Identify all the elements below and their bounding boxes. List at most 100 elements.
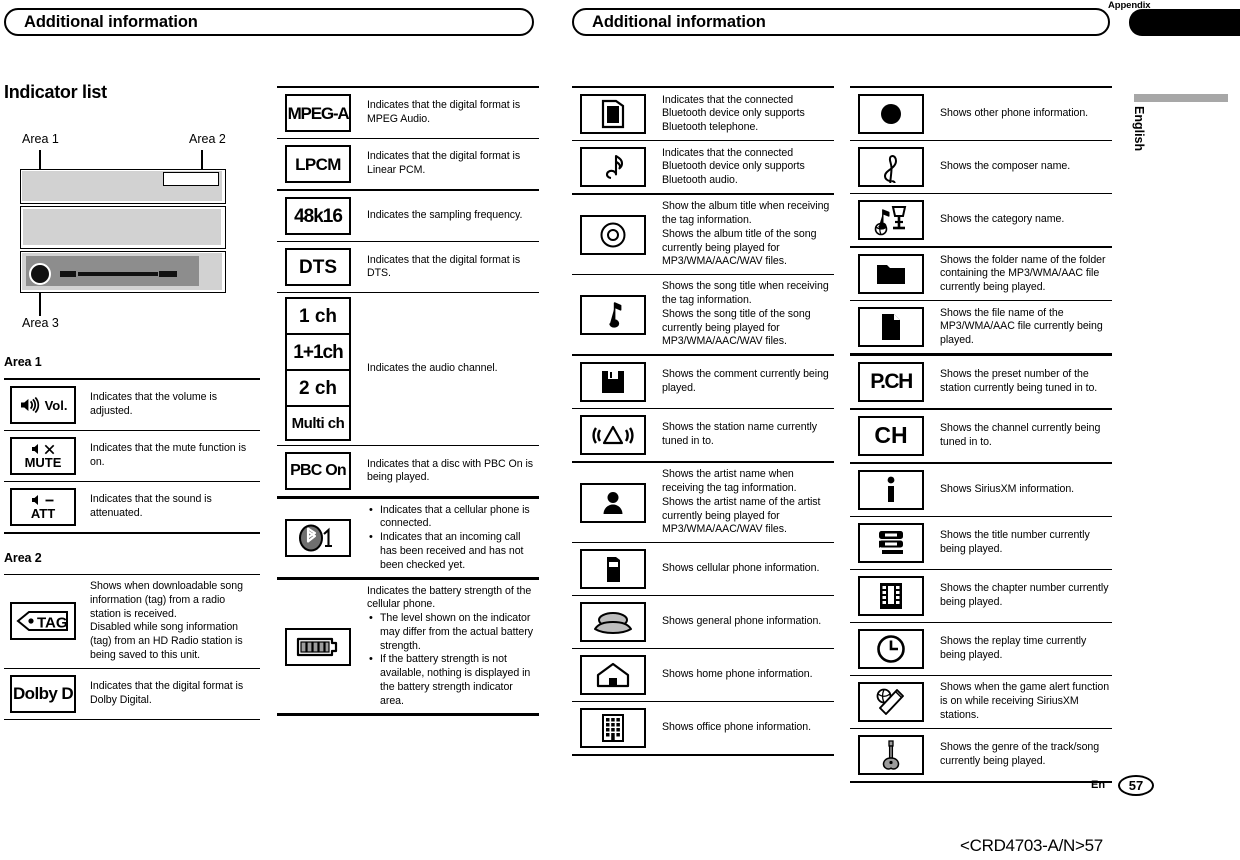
desc-cell: Shows the channel currently being tuned … [940,421,1101,448]
page-title-left: Additional information [24,12,198,31]
page-number: 57 [1128,778,1144,793]
preset-channel-icon: P.CH [858,361,924,402]
icon-cell [572,275,654,354]
icon-cell [572,195,654,274]
folder-icon [858,254,924,295]
icon-cell [572,543,654,595]
table-row: Shows the station name currently tuned i… [572,409,834,461]
desc-cell: Shows other phone information. [940,107,1089,120]
desc-cell: Shows the title number currently being p… [940,529,1090,555]
desc-intro: Indicates the battery strength of the ce… [367,584,532,611]
diagram-band-area2 [20,206,226,249]
desc-cell: Indicates that the mute function is on. [90,442,247,469]
desc-cell: Shows the composer name. [940,160,1071,173]
icon-cell: TAG [4,575,82,668]
desc-cell: Shows office phone information. [662,721,812,734]
channel-1plus1ch-icon: 1+1ch [285,333,351,370]
list-item: Indicates that a cellular phone is conne… [367,503,537,532]
icon-cell: ATT [4,482,82,532]
table-row: CH Shows the channel currently being tun… [850,410,1112,462]
icon-cell [572,88,654,140]
diagram-band-area3 [20,251,226,293]
desc-cell: Shows home phone information. [662,668,813,681]
table-row: Shows the comment currently being played… [572,356,834,408]
table-row: Dolby D Indicates that the digital forma… [4,669,260,719]
desc-line-2: Disabled while song information (tag) fr… [90,621,243,661]
icon-cell [850,464,932,516]
album-disc-icon [580,214,646,255]
icon-cell [850,623,932,675]
title-number-icon [858,522,924,563]
icon-cell: MUTE [4,431,82,481]
table-row: LPCM Indicates that the digital format i… [277,139,539,189]
list-item: The level shown on the indicator may dif… [367,611,537,653]
speaker-attenuate-icon: ATT [10,488,76,527]
speaker-volume-icon: Vol. [10,386,76,425]
icon-text: Vol. [44,397,68,413]
table-row-channel-group: 1 ch 1+1ch 2 ch Multi ch Indicates the a… [277,293,539,445]
icon-text: 48k16 [294,205,343,227]
desc-cell: Shows general phone information. [662,615,822,628]
list-item: Indicates that an incoming call has been… [367,530,537,572]
channel-1ch-icon: 1 ch [285,297,351,334]
artist-person-icon [580,482,646,523]
table-row: Indicates that the connected Bluetooth d… [572,141,834,193]
icon-cell [850,194,932,246]
table-row: ATT Indicates that the sound is attenuat… [4,482,260,532]
table-row: Show the album title when receiving the … [572,195,834,274]
icon-text: LPCM [295,154,341,174]
desc-cell: Shows the preset number of the station c… [940,367,1098,394]
table-row: MUTE Indicates that the mute function is… [4,431,260,481]
table-row: Shows office phone information. [572,702,834,754]
desc-cell: Indicates that a disc with PBC On is bei… [367,457,534,484]
48k16-icon: 48k16 [285,197,351,236]
table-row: Shows the title number currently being p… [850,517,1112,569]
icon-cell [572,409,654,461]
icon-text: Multi ch [291,414,345,432]
table-row: PBC On Indicates that a disc with PBC On… [277,446,539,496]
bullet-list: The level shown on the indicator may dif… [367,611,537,708]
pbc-on-icon: PBC On [285,452,351,491]
desc-cell: Shows the comment currently being played… [662,368,829,395]
document-code: <CRD4703-A/N>57 [960,836,1103,855]
icon-text: MPEG-A [287,103,350,123]
icon-cell [850,88,932,140]
icon-text: CH [874,422,908,449]
chapter-film-icon [858,575,924,616]
table-row: Indicates the battery strength of the ce… [277,580,539,714]
icon-cell [850,676,932,728]
desc-cell: Shows the artist name when receiving the… [662,468,821,536]
icon-cell [850,570,932,622]
desc-cell: Indicates that a cellular phone is conne… [359,499,539,578]
icon-cell [572,141,654,193]
table-row: Shows SiriusXM information. [850,464,1112,516]
desc-cell: Shows the category name. [940,213,1065,226]
footer-language-code: En [1091,779,1106,791]
table-row: Indicates that the connected Bluetooth d… [572,88,834,140]
comment-floppy-icon [580,362,646,403]
indicator-list-heading: Indicator list [4,82,107,102]
icon-cell [850,141,932,193]
desc-cell: Shows when downloadable song information… [82,575,260,668]
table-row: Shows the folder name of the folder cont… [850,248,1112,300]
desc-cell: Indicates the audio channel. [367,362,498,375]
dts-icon: DTS [285,248,351,287]
area1-heading: Area 1 [4,355,42,369]
table-row: Shows the chapter number currently being… [850,570,1112,622]
diagram-leader-area3 [39,292,41,316]
icon-cell: P.CH [850,356,932,408]
icon-cell [572,702,654,754]
table-row: Shows when the game alert function is on… [850,676,1112,728]
speaker-mute-icon: MUTE [10,437,76,476]
desc-cell: Shows the folder name of the folder cont… [940,253,1106,294]
table-row: Vol. Indicates that the volume is adjust… [4,380,260,430]
diagram-label-area2: Area 2 [189,132,226,146]
desc-cell: Indicates that the connected Bluetooth d… [662,146,805,187]
column2-table: MPEG-A Indicates that the digital format… [277,86,539,716]
desc-line-1: Shows when downloadable song information… [90,580,243,620]
desc-cell: Shows the genre of the track/song curren… [940,741,1100,767]
desc-cell: Shows the file name of the MP3/WMA/AAC f… [940,306,1103,347]
appendix-tab-marker [1129,9,1240,36]
composer-clef-icon [858,147,924,188]
channel-2ch-icon: 2 ch [285,369,351,406]
